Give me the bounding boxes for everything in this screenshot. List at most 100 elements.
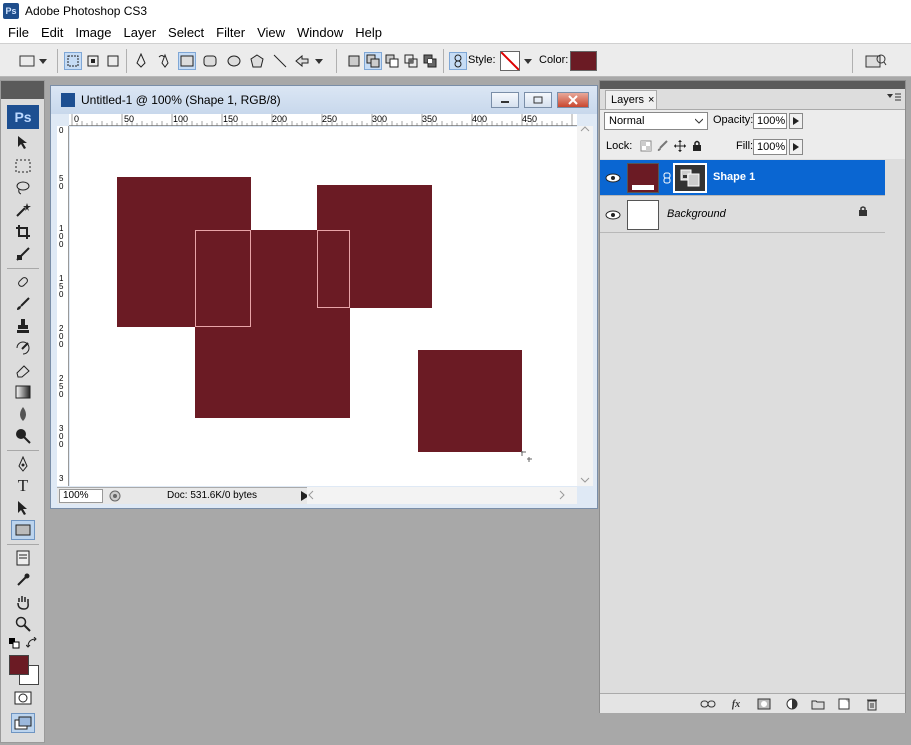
layer-row-shape-1[interactable]: Shape 1 <box>600 160 885 196</box>
link-layers-icon[interactable] <box>700 697 716 711</box>
fill-pixels-mode-icon[interactable] <box>104 52 122 70</box>
healing-brush-tool-icon[interactable] <box>11 272 35 292</box>
slice-tool-icon[interactable] <box>11 244 35 264</box>
panel-grip[interactable] <box>600 81 905 89</box>
quick-mask-mode-icon[interactable] <box>11 688 35 708</box>
vector-mask-thumbnail[interactable] <box>673 163 707 193</box>
pen-tool-icon[interactable] <box>11 454 35 474</box>
horizontal-scrollbar[interactable] <box>307 487 577 504</box>
menu-help[interactable]: Help <box>349 25 388 40</box>
shape-color-swatch[interactable] <box>570 51 597 71</box>
polygon-tool-icon[interactable] <box>248 52 266 70</box>
paths-mode-icon[interactable] <box>84 52 102 70</box>
bridge-icon[interactable] <box>864 52 888 70</box>
document-canvas[interactable] <box>70 127 577 486</box>
menu-window[interactable]: Window <box>291 25 349 40</box>
swap-colors-icon[interactable] <box>25 636 39 650</box>
menu-filter[interactable]: Filter <box>210 25 251 40</box>
ellipse-tool-icon[interactable] <box>225 52 243 70</box>
layer-row-background[interactable]: Background <box>600 197 885 233</box>
custom-shape-dropdown-icon[interactable] <box>314 52 324 70</box>
hand-tool-icon[interactable] <box>11 592 35 612</box>
style-dropdown-icon[interactable] <box>523 52 533 70</box>
eye-visibility-icon[interactable] <box>603 170 623 186</box>
move-tool-icon[interactable] <box>11 133 35 153</box>
rectangle-tool-icon[interactable] <box>178 52 196 70</box>
screen-mode-icon[interactable] <box>11 713 35 733</box>
layers-tab-label: Layers <box>611 94 645 106</box>
layer-name[interactable]: Shape 1 <box>713 171 755 183</box>
path-selection-tool-icon[interactable] <box>11 498 35 518</box>
toolbox-grip[interactable] <box>1 81 44 99</box>
new-group-folder-icon[interactable] <box>810 697 826 711</box>
type-tool-icon[interactable]: T <box>11 476 35 496</box>
clone-stamp-tool-icon[interactable] <box>11 316 35 336</box>
menu-file[interactable]: File <box>0 25 35 40</box>
link-layer-style-icon[interactable] <box>449 52 467 70</box>
menu-image[interactable]: Image <box>69 25 117 40</box>
preset-dropdown-arrow-icon[interactable] <box>38 52 48 70</box>
eraser-tool-icon[interactable] <box>11 360 35 380</box>
create-new-shape-layer-icon[interactable] <box>345 52 363 70</box>
default-colors-icon[interactable] <box>7 636 21 650</box>
lock-position-icon[interactable] <box>674 140 686 152</box>
new-layer-icon[interactable] <box>836 697 852 711</box>
horizontal-ruler[interactable]: 0 50 100 150 200 250 300 350 400 450 <box>69 114 577 126</box>
rectangle-shape-tool-icon[interactable] <box>11 520 35 540</box>
magic-wand-tool-icon[interactable] <box>11 200 35 220</box>
status-menu-icon[interactable] <box>109 490 121 502</box>
intersect-shape-areas-icon[interactable] <box>402 52 420 70</box>
dodge-tool-icon[interactable] <box>11 426 35 446</box>
blend-mode-select[interactable]: Normal <box>604 112 708 130</box>
add-layer-mask-icon[interactable] <box>756 697 772 711</box>
rounded-rectangle-tool-icon[interactable] <box>201 52 219 70</box>
tool-preset-picker-icon[interactable] <box>18 52 36 70</box>
exclude-overlapping-shape-areas-icon[interactable] <box>421 52 439 70</box>
fill-field[interactable]: 100% <box>753 139 787 155</box>
menu-view[interactable]: View <box>251 25 291 40</box>
vertical-scrollbar[interactable] <box>577 126 593 486</box>
close-button[interactable] <box>557 92 589 108</box>
opacity-field[interactable]: 100% <box>753 113 787 129</box>
delete-layer-trash-icon[interactable] <box>864 697 880 711</box>
crop-tool-icon[interactable] <box>11 222 35 242</box>
eye-visibility-icon[interactable] <box>603 207 623 223</box>
marquee-tool-icon[interactable] <box>11 156 35 176</box>
zoom-level-field[interactable]: 100% <box>59 489 103 503</box>
maximize-button[interactable] <box>524 92 552 108</box>
freeform-pen-tool-icon[interactable] <box>156 52 174 70</box>
brush-tool-icon[interactable] <box>11 294 35 314</box>
eyedropper-tool-icon[interactable] <box>11 570 35 590</box>
rectangle-shape[interactable] <box>418 350 522 452</box>
custom-shape-tool-icon[interactable] <box>293 52 311 70</box>
history-brush-tool-icon[interactable] <box>11 338 35 358</box>
foreground-color-swatch[interactable] <box>9 655 29 675</box>
menu-select[interactable]: Select <box>162 25 210 40</box>
lock-image-pixels-icon[interactable] <box>657 140 669 152</box>
adjustment-layer-icon[interactable] <box>784 697 800 711</box>
style-picker-swatch[interactable] <box>500 51 520 71</box>
panel-menu-icon[interactable] <box>887 91 901 101</box>
subtract-from-shape-area-icon[interactable] <box>383 52 401 70</box>
opacity-arrow-icon[interactable] <box>789 113 803 129</box>
layer-name[interactable]: Background <box>667 208 726 220</box>
vertical-ruler[interactable]: 0 5 0 1 0 0 1 5 0 2 0 0 2 5 0 3 0 0 3 <box>57 126 69 486</box>
gradient-tool-icon[interactable] <box>11 382 35 402</box>
tab-close-icon[interactable]: × <box>648 94 654 106</box>
add-to-shape-area-icon[interactable] <box>364 52 382 70</box>
shape-layers-mode-icon[interactable] <box>64 52 82 70</box>
pen-tool-icon[interactable] <box>132 52 150 70</box>
line-tool-icon[interactable] <box>271 52 289 70</box>
notes-tool-icon[interactable] <box>11 548 35 568</box>
menu-edit[interactable]: Edit <box>35 25 69 40</box>
fill-arrow-icon[interactable] <box>789 139 803 155</box>
minimize-button[interactable] <box>491 92 519 108</box>
lock-all-icon[interactable] <box>691 140 703 152</box>
lock-transparent-pixels-icon[interactable] <box>640 140 652 152</box>
blur-tool-icon[interactable] <box>11 404 35 424</box>
layers-tab[interactable]: Layers × <box>605 90 657 109</box>
lasso-tool-icon[interactable] <box>11 178 35 198</box>
menu-layer[interactable]: Layer <box>118 25 163 40</box>
layer-style-icon[interactable]: fx <box>728 697 744 711</box>
zoom-tool-icon[interactable] <box>11 614 35 634</box>
